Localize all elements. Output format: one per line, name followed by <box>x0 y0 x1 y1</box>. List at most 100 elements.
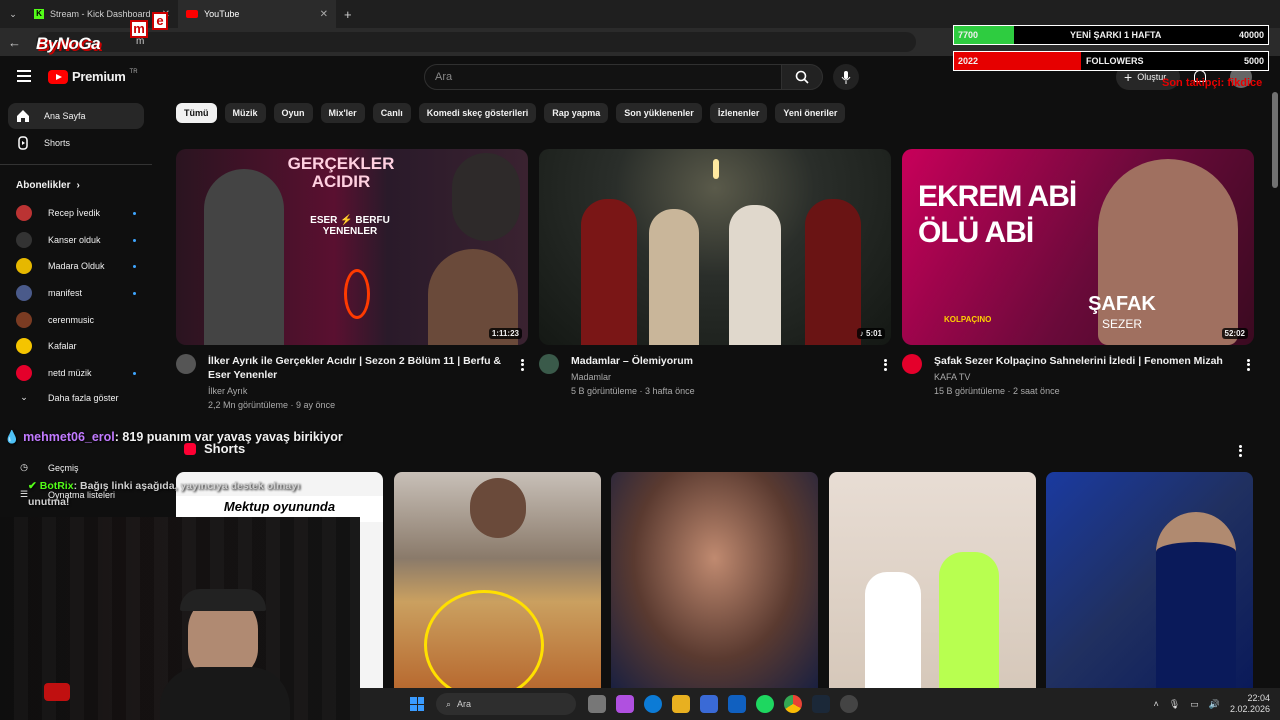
mic-icon[interactable]: 🎙 <box>1169 699 1180 710</box>
system-tray: ˄ 🎙 ▭ 🔊 22:04 2.02.2026 <box>1154 693 1280 715</box>
chevron-up-icon[interactable]: ˄ <box>1154 699 1159 709</box>
tab-youtube[interactable]: YouTube ✕ <box>178 0 336 28</box>
mic-icon <box>841 71 851 84</box>
sidebar-item-label: Ana Sayfa <box>44 111 86 121</box>
thumb-text: ESER ⚡ BERFU YENENLER <box>310 215 390 237</box>
channel-avatar[interactable] <box>902 354 922 374</box>
taskbar-search[interactable]: ⌕ Ara <box>436 693 576 715</box>
chip-mixes[interactable]: Mix'ler <box>320 103 365 123</box>
search-button[interactable] <box>781 64 823 90</box>
followers-goal-current: 2022 <box>958 56 979 66</box>
browser-tab-bar: ⌄ K Stream - Kick Dashboard ✕ YouTube ✕ … <box>0 0 1280 28</box>
channel-avatar[interactable] <box>539 354 559 374</box>
sidebar-show-more[interactable]: ⌄ Daha fazla göster <box>16 392 136 403</box>
video-title[interactable]: Madamlar – Ölemiyorum <box>571 354 875 368</box>
chip-music[interactable]: Müzik <box>224 103 266 123</box>
video-title[interactable]: Şafak Sezer Kolpaçino Sahnelerini İzledi… <box>934 354 1238 368</box>
thumb-text: ŞAFAK SEZER <box>1088 293 1156 331</box>
plus-icon: + <box>1124 69 1133 85</box>
obs-icon[interactable] <box>840 695 858 713</box>
menu-icon[interactable] <box>17 67 31 85</box>
light-graphic <box>44 683 70 701</box>
crosshair-graphic <box>424 590 544 688</box>
display-icon[interactable]: ▭ <box>1190 699 1199 710</box>
video-info: Madamlar – Ölemiyorum Madamlar 5 B görün… <box>571 354 875 398</box>
sidebar-sub[interactable]: cerenmusic <box>16 312 136 328</box>
sidebar-sub[interactable]: Kanser olduk <box>16 232 136 248</box>
sidebar-show-more-label: Daha fazla göster <box>48 392 119 403</box>
video-thumbnail[interactable]: ♪ 5:01 <box>539 149 891 345</box>
more-options-icon[interactable] <box>884 357 887 372</box>
followers-goal-target: 5000 <box>1243 56 1264 66</box>
sidebar-item-label: Shorts <box>44 138 71 148</box>
sidebar-sub[interactable]: manifest <box>16 285 136 301</box>
sidebar-sub[interactable]: Madara Olduk <box>16 258 136 274</box>
short-thumbnail[interactable] <box>1046 472 1253 688</box>
video-thumbnail[interactable]: EKREM ABİ ÖLÜ ABİ ŞAFAK SEZER KOLPAÇINO 52… <box>902 149 1254 345</box>
short-thumbnail[interactable] <box>829 472 1036 688</box>
channel-name[interactable]: İlker Ayrık <box>208 384 512 398</box>
channel-name[interactable]: Madamlar <box>571 370 875 384</box>
search-icon: ⌕ <box>446 698 452 709</box>
sidebar-item-label: Geçmiş <box>48 462 79 473</box>
short-thumbnail[interactable] <box>611 472 818 688</box>
chip-new[interactable]: Yeni öneriler <box>775 103 846 123</box>
chip-comedy[interactable]: Komedi skeç gösterileri <box>418 103 537 123</box>
new-tab-button[interactable]: + <box>336 0 360 28</box>
sidebar-sub[interactable]: Recep İvedik <box>16 205 136 221</box>
person-figure <box>452 153 520 241</box>
scrollbar-thumb[interactable] <box>1272 92 1278 188</box>
video-title[interactable]: İlker Ayrık ile Gerçekler Acıdır | Sezon… <box>208 354 512 382</box>
sidebar-item-history[interactable]: ◷ Geçmiş <box>16 462 136 473</box>
task-view-icon[interactable] <box>588 695 606 713</box>
video-meta: 15 B görüntüleme · 2 saat önce <box>934 386 1060 396</box>
close-icon[interactable]: ✕ <box>320 9 328 20</box>
chip-watched[interactable]: İzlenenler <box>709 103 768 123</box>
address-bar[interactable]: m <box>36 32 916 52</box>
more-options-icon[interactable] <box>1239 443 1242 458</box>
volume-icon[interactable]: 🔊 <box>1209 699 1220 710</box>
sidebar-sub-label: cerenmusic <box>48 315 95 325</box>
chat-message: 💧 mehmet06_erol: 819 puanım var yavaş ya… <box>4 429 344 446</box>
sidebar-item-shorts[interactable]: Shorts <box>8 130 144 156</box>
song-goal-bar: 7700 YENİ ŞARKI 1 HAFTA 40000 <box>953 25 1269 45</box>
chip-recent[interactable]: Son yüklenenler <box>616 103 702 123</box>
copilot-icon[interactable] <box>616 695 634 713</box>
song-goal-label: YENİ ŞARKI 1 HAFTA <box>1070 30 1162 40</box>
tab-list-button[interactable]: ⌄ <box>0 0 26 28</box>
windows-start-icon[interactable] <box>410 697 424 711</box>
spotify-icon[interactable] <box>756 695 774 713</box>
mail-icon[interactable] <box>728 695 746 713</box>
sidebar-sub[interactable]: Kafalar <box>16 338 136 354</box>
store-icon[interactable] <box>700 695 718 713</box>
clock[interactable]: 22:04 2.02.2026 <box>1230 693 1270 715</box>
back-icon[interactable]: ← <box>8 35 21 50</box>
short-thumbnail[interactable] <box>394 472 601 688</box>
sidebar-item-home[interactable]: Ana Sayfa <box>8 103 144 129</box>
file-explorer-icon[interactable] <box>672 695 690 713</box>
more-options-icon[interactable] <box>521 357 524 372</box>
thumb-text: EKREM ABİ ÖLÜ ABİ <box>918 180 1077 249</box>
channel-avatar[interactable] <box>176 354 196 374</box>
streamer-logo: ByNoGa <box>36 34 101 53</box>
chip-gaming[interactable]: Oyun <box>273 103 313 123</box>
sidebar-sub-label: Kafalar <box>48 341 77 351</box>
chip-rap[interactable]: Rap yapma <box>544 103 609 123</box>
more-options-icon[interactable] <box>1247 357 1250 372</box>
chip-all[interactable]: Tümü <box>176 103 217 123</box>
youtube-premium-logo[interactable]: Premium TR <box>48 69 138 84</box>
chrome-icon[interactable] <box>784 695 802 713</box>
search-input[interactable]: Ara <box>424 64 782 90</box>
chip-live[interactable]: Canlı <box>372 103 411 123</box>
video-thumbnail[interactable]: GERÇEKLER ACIDIR ESER ⚡ BERFU YENENLER 1:1… <box>176 149 528 345</box>
subscriptions-header[interactable]: Abonelikler › <box>16 180 80 191</box>
sidebar-sub-label: manifest <box>48 288 83 298</box>
voice-search-button[interactable] <box>833 64 859 90</box>
steam-icon[interactable] <box>812 695 830 713</box>
edge-icon[interactable] <box>644 695 662 713</box>
new-content-dot <box>133 291 136 295</box>
sidebar-sub[interactable]: netd müzik <box>16 365 136 381</box>
person-figure <box>160 667 290 720</box>
video-info: Şafak Sezer Kolpaçino Sahnelerini İzledi… <box>934 354 1238 398</box>
channel-name[interactable]: KAFA TV <box>934 370 1238 384</box>
